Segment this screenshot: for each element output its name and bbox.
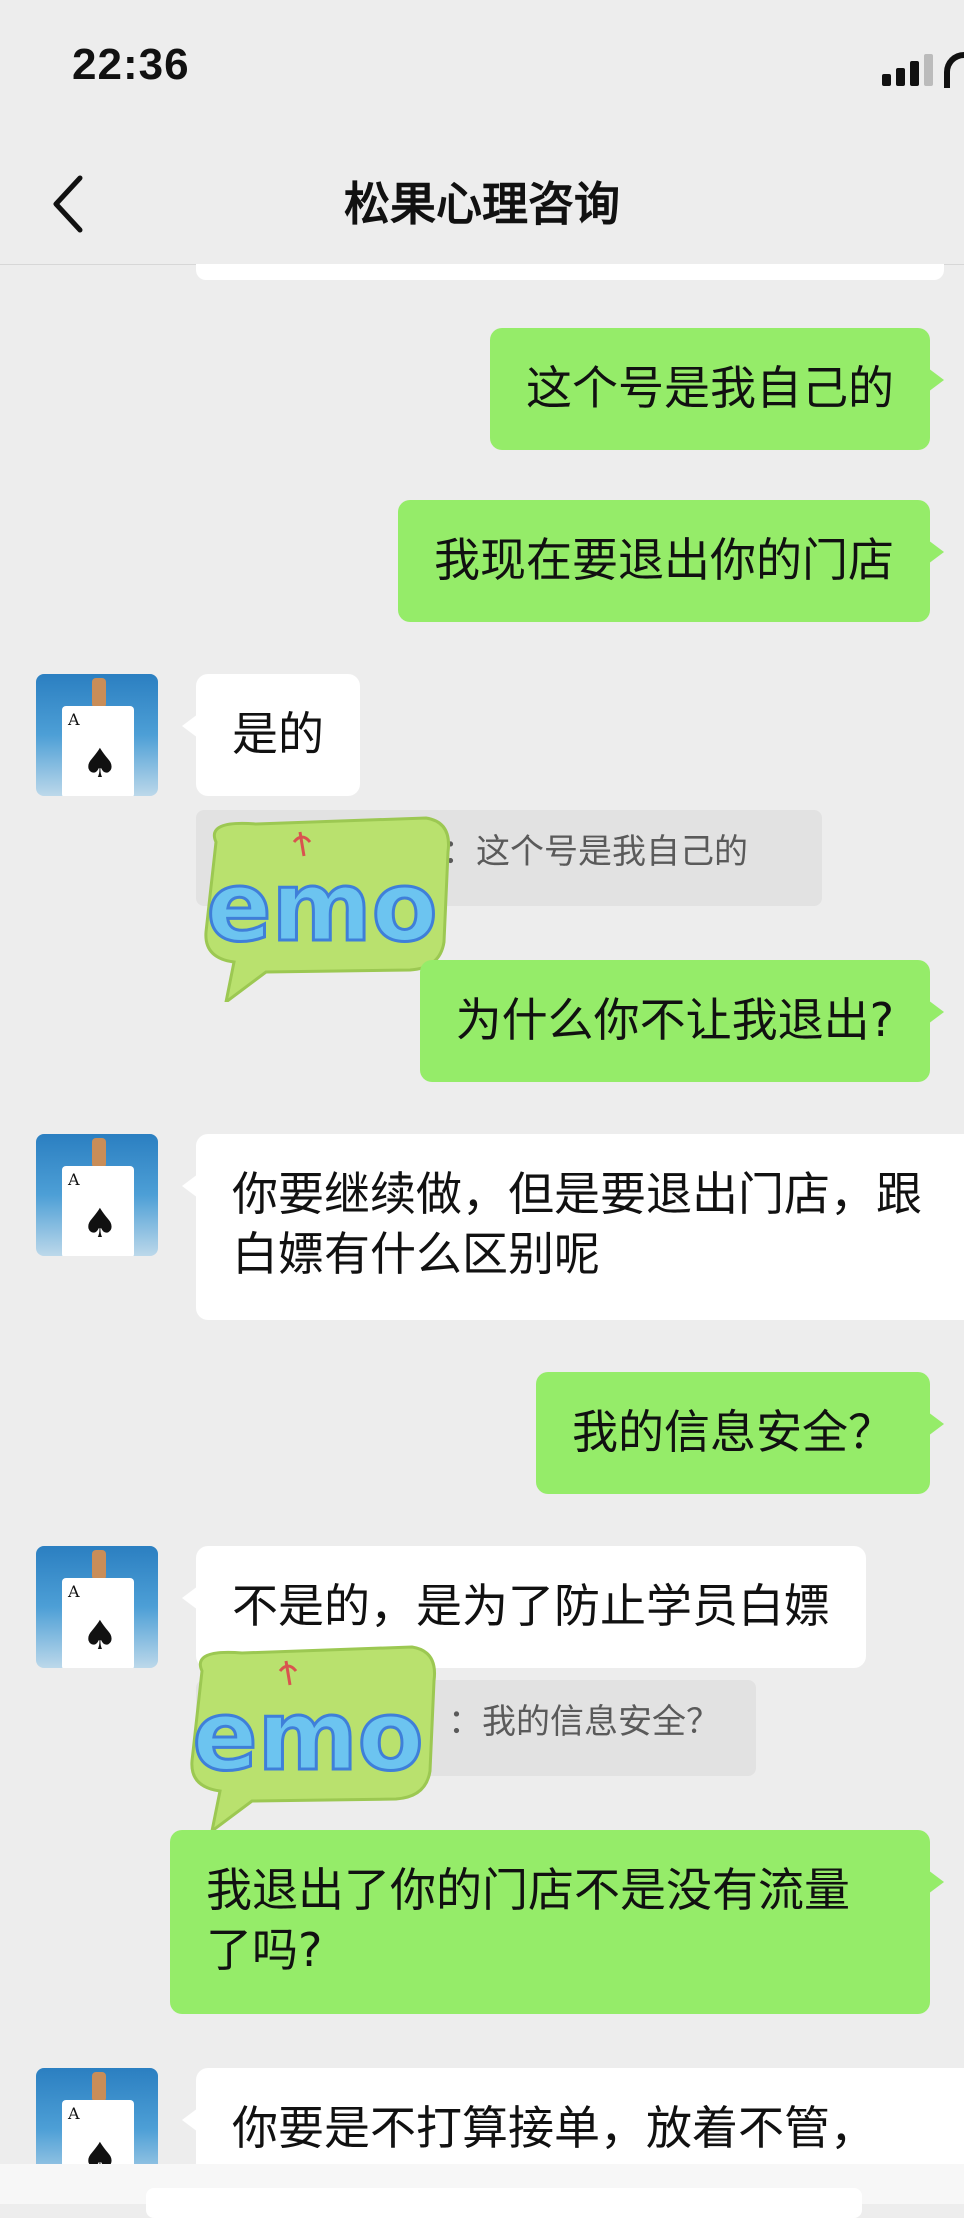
emo-sticker[interactable]: emo [196, 812, 456, 1002]
message-text: 我退出了你的门店不是没有流量了吗? [206, 1863, 850, 1977]
incoming-message[interactable]: 你要是不打算接单，放着不管， [182, 2068, 964, 2164]
nav-bar: 松果心理咨询 [0, 140, 964, 265]
outgoing-message[interactable]: 我退出了你的门店不是没有流量了吗? [170, 1830, 944, 2014]
chat-title: 松果心理咨询 [344, 177, 620, 231]
previous-message-bubble [196, 264, 944, 280]
quote-text: ：我的信息安全？ [448, 1702, 720, 1742]
contact-avatar[interactable]: A ♠ [36, 1134, 158, 1256]
contact-avatar[interactable]: A ♠ [36, 674, 158, 796]
message-text: 这个号是我自己的 [526, 361, 894, 415]
contact-avatar[interactable]: A ♠ [36, 1546, 158, 1668]
message-text: 是的 [232, 707, 324, 761]
sticker-text: emo [192, 1680, 423, 1792]
wifi-icon [944, 52, 964, 88]
message-text: 不是的，是为了防止学员白嫖 [232, 1579, 830, 1633]
input-bar [0, 2164, 964, 2218]
contact-avatar[interactable]: A ♠ [36, 2068, 158, 2164]
outgoing-message[interactable]: 我现在要退出你的门店 [398, 500, 944, 622]
message-text: 我现在要退出你的门店 [434, 533, 894, 587]
incoming-message[interactable]: 是的 [182, 674, 360, 796]
message-text: 我的信息安全？ [572, 1405, 894, 1459]
message-input[interactable] [146, 2188, 862, 2218]
message-text: 你要是不打算接单，放着不管， [232, 2101, 876, 2155]
quote-text: ：这个号是我自己的 [442, 832, 748, 872]
outgoing-message[interactable]: 这个号是我自己的 [490, 328, 944, 450]
message-text: 你要继续做，但是要退出门店，跟白嫖有什么区别呢 [232, 1167, 922, 1281]
message-text: 为什么你不让我退出? [455, 993, 894, 1047]
sticker-text: emo [206, 851, 437, 963]
chat-area[interactable]: 这个号是我自己的 我现在要退出你的门店 A ♠ 是的 ：这个号是我自己的 emo… [0, 264, 964, 2164]
emo-sticker[interactable]: emo [182, 1636, 442, 1836]
outgoing-message[interactable]: 我的信息安全？ [536, 1372, 944, 1494]
signal-icon [882, 52, 938, 86]
status-bar: 22:36 [0, 0, 964, 140]
status-time: 22:36 [72, 40, 190, 89]
outgoing-message[interactable]: 为什么你不让我退出? [419, 960, 945, 1082]
incoming-message[interactable]: 你要继续做，但是要退出门店，跟白嫖有什么区别呢 [182, 1134, 964, 1320]
